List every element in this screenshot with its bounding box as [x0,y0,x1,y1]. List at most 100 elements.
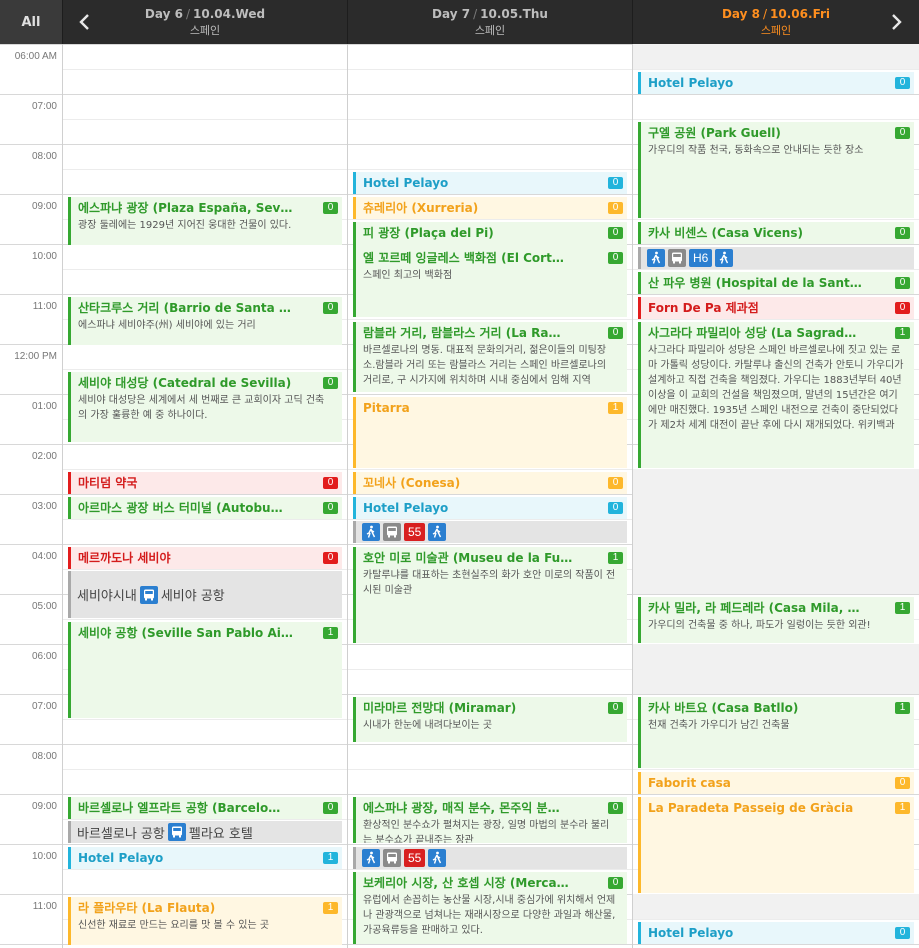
event-badge: 0 [323,552,338,564]
day8-header[interactable]: Day 8/10.06.Fri 스페인 [633,0,919,44]
event-card[interactable]: 메르까도나 세비야 0 [68,547,342,569]
walk-icon [362,523,380,541]
hour-gridline [0,144,62,145]
event-card[interactable]: Forn De Pa 제과점 0 [638,297,914,319]
event-card[interactable]: 바르셀로나 엘프라트 공항 (Barcelo… 0 [68,797,342,819]
event-card[interactable]: Hotel Pelayo 0 [638,72,914,94]
transit-segment[interactable]: 바르셀로나 공항 펠라요 호텔 [68,821,342,843]
hour-gridline [348,394,632,395]
event-card[interactable]: 라 플라우타 (La Flauta) 1 신선한 재료로 만드는 요리를 맛 볼… [68,897,342,945]
next-day-button[interactable] [885,8,909,36]
event-badge: 1 [323,852,338,864]
transit-segment[interactable]: 55 [353,847,627,869]
day6-column: 에스파냐 광장 (Plaza España, Sev… 0 광장 둘레에는 19… [63,44,348,948]
event-badge: 0 [608,502,623,514]
event-card[interactable]: 산타크루스 거리 (Barrio de Santa … 0 에스파냐 세비야주(… [68,297,342,345]
event-title: La Paradeta Passeig de Gràcia [648,801,854,815]
event-card[interactable]: Hotel Pelayo 1 [68,847,342,869]
event-title: 카사 밀라, 라 페드레라 (Casa Mila, … [648,601,860,615]
hour-gridline [348,194,632,195]
hour-gridline [0,744,62,745]
event-card[interactable]: 카사 바트요 (Casa Batllo) 1 천재 건축가 가우디가 남긴 건축… [638,697,914,768]
event-badge: 1 [323,902,338,914]
event-card[interactable]: 미라마르 전망대 (Miramar) 0 시내가 한눈에 내려다보이는 곳 [353,697,627,742]
event-card[interactable]: 츄레리아 (Xurreria) 0 [353,197,627,219]
event-badge: 0 [608,252,623,264]
half-hour-gridline [348,769,632,770]
walk-icon [715,249,734,267]
event-badge: 0 [895,77,910,89]
hour-gridline [348,644,632,645]
event-card[interactable]: Pitarra 1 [353,397,627,468]
half-hour-gridline [348,219,632,220]
day7-date: 10.05.Thu [480,6,548,21]
event-card[interactable]: Hotel Pelayo 0 [638,922,914,944]
time-axis: 06:00 AM 07:00 08:00 09:00 10:00 11:00 1… [0,44,63,948]
event-card[interactable]: 카사 밀라, 라 페드레라 (Casa Mila, … 1 가우디의 건축물 중… [638,597,914,643]
event-card[interactable]: 세비야 공항 (Seville San Pablo Ai… 1 [68,622,342,718]
event-card[interactable]: 꼬네사 (Conesa) 0 [353,472,627,494]
event-title: 피 광장 (Plaça del Pi) [363,226,494,240]
hour-gridline [63,144,347,145]
time-label: 09:00 [31,801,57,812]
day7-header[interactable]: Day 7/10.05.Thu 스페인 [348,0,633,44]
hour-gridline [633,794,919,795]
half-hour-gridline [348,319,632,320]
hour-gridline [348,794,632,795]
transit-segment[interactable]: H6 [638,247,914,269]
hour-gridline [0,944,62,945]
event-card[interactable]: 피 광장 (Plaça del Pi) 0 엘 꼬르떼 잉글레스 백화점 (El… [353,222,627,317]
hour-gridline [0,494,62,495]
event-card[interactable]: La Paradeta Passeig de Gràcia 1 [638,797,914,893]
half-hour-gridline [63,369,347,370]
event-description: 유럽에서 손꼽히는 농산물 시장,시내 중심가에 위치해서 언제나 관광객으로 … [363,895,616,936]
half-hour-gridline [63,469,347,470]
event-title: 꼬네사 (Conesa) [363,476,461,490]
hour-gridline [63,894,347,895]
transit-segment[interactable]: 세비야시내 세비야 공항 [68,571,342,618]
bus-icon [139,585,158,604]
half-hour-gridline [63,869,347,870]
unscheduled-area [633,894,919,919]
event-card[interactable]: 카사 비센스 (Casa Vicens) 0 [638,222,914,244]
event-card[interactable]: Faborit casa 0 [638,772,914,794]
event-card[interactable]: 사그라다 파밀리아 성당 (La Sagrad… 1 사그라다 파밀리아 성당은… [638,322,914,468]
half-hour-gridline [633,319,919,320]
event-card[interactable]: 마티덤 약국 0 [68,472,342,494]
event-card[interactable]: Hotel Pelayo 0 [353,172,627,194]
half-hour-gridline [348,69,632,70]
event-card[interactable]: 세비야 대성당 (Catedral de Sevilla) 0 세비야 대성당은… [68,372,342,442]
event-badge: 0 [895,302,910,314]
event-title: Hotel Pelayo [648,76,734,90]
event-card[interactable]: 람블라 거리, 람블라스 거리 (La Ra… 0 바르셀로나의 명동. 대표적… [353,322,627,392]
event-badge: 1 [895,327,910,339]
time-label: 07:00 [31,701,57,712]
hour-gridline [0,444,62,445]
event-badge: 0 [323,502,338,514]
transit-segment[interactable]: 55 [353,521,627,543]
day8-date: 10.06.Fri [770,6,831,21]
event-card[interactable]: Hotel Pelayo 0 [353,497,627,519]
hour-gridline [0,644,62,645]
event-card[interactable]: 구엘 공원 (Park Guell) 0 가우디의 작품 천국, 동화속으로 안… [638,122,914,218]
event-card[interactable]: 에스파냐 광장, 매직 분수, 몬주익 분… 0 환상적인 분수쇼가 펼쳐지는 … [353,797,627,843]
event-card[interactable]: 산 파우 병원 (Hospital de la Sant… 0 [638,272,914,294]
hour-gridline [63,194,347,195]
event-description: 세비야 대성당은 세계에서 세 번째로 큰 교회이자 고딕 건축의 가장 훌륭한… [78,395,325,421]
time-label: 03:00 [31,501,57,512]
hour-gridline [348,144,632,145]
time-label: 11:00 [32,901,57,912]
all-days-tab[interactable]: All [0,0,63,44]
event-title: Faborit casa [648,776,731,790]
event-card[interactable]: 에스파냐 광장 (Plaza España, Sev… 0 광장 둘레에는 19… [68,197,342,245]
hour-gridline [63,794,347,795]
event-card[interactable]: 호안 미로 미술관 (Museu de la Fu… 1 카탈루냐를 대표하는 … [353,547,627,643]
event-card[interactable]: 아르마스 광장 버스 터미널 (Autobu… 0 [68,497,342,519]
hour-gridline [63,844,347,845]
day6-header[interactable]: Day 6/10.04.Wed 스페인 [63,0,348,44]
event-badge: 0 [608,177,623,189]
event-title: 카사 바트요 (Casa Batllo) [648,701,799,715]
event-card[interactable]: 보케리아 시장, 산 호셉 시장 (Merca… 0 유럽에서 손꼽히는 농산물… [353,872,627,944]
hour-gridline [348,44,632,45]
event-title: 카사 비센스 (Casa Vicens) [648,226,803,240]
